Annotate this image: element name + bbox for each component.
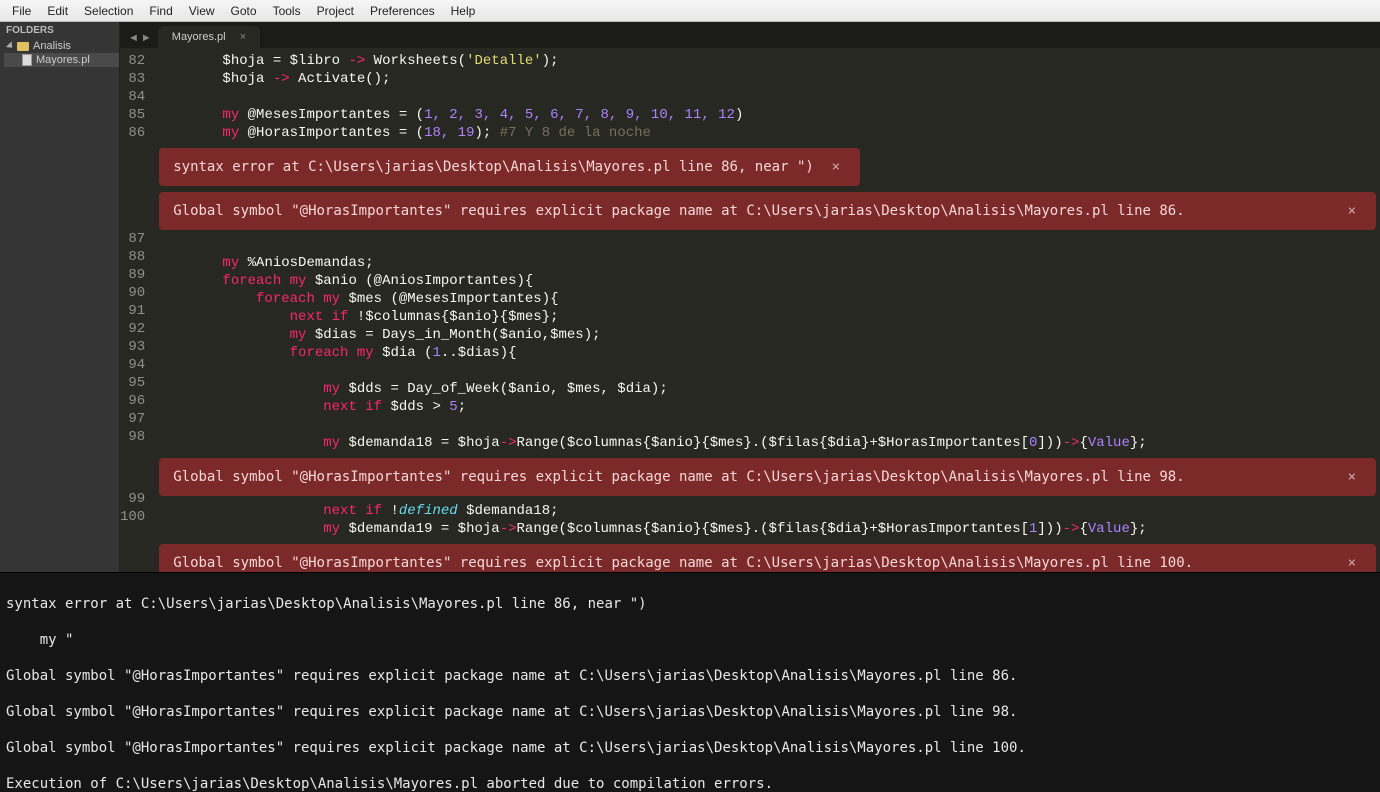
error-close-icon[interactable]: ×	[1342, 468, 1362, 486]
tab-close-icon[interactable]: ×	[240, 31, 246, 43]
menu-edit[interactable]: Edit	[39, 2, 76, 20]
menu-project[interactable]: Project	[309, 2, 362, 20]
menu-tools[interactable]: Tools	[265, 2, 309, 20]
menu-help[interactable]: Help	[443, 2, 484, 20]
error-close-icon[interactable]: ×	[1342, 554, 1362, 572]
build-line: Global symbol "@HorasImportantes" requir…	[6, 667, 1374, 685]
nav-forward-icon[interactable]: ►	[141, 32, 152, 44]
menu-preferences[interactable]: Preferences	[362, 2, 443, 20]
tab-label: Mayores.pl	[172, 31, 226, 43]
error-close-icon[interactable]: ×	[826, 158, 846, 176]
folder-icon	[17, 42, 29, 51]
build-line: Global symbol "@HorasImportantes" requir…	[6, 739, 1374, 757]
error-close-icon[interactable]: ×	[1342, 202, 1362, 220]
code-editor[interactable]: 8283848586 878889909192939495969798 9910…	[120, 48, 1380, 572]
error-text: Global symbol "@HorasImportantes" requir…	[173, 554, 1193, 572]
inline-error-2: Global symbol "@HorasImportantes" requir…	[159, 192, 1376, 230]
menu-bar: File Edit Selection Find View Goto Tools…	[0, 0, 1380, 22]
menu-selection[interactable]: Selection	[76, 2, 141, 20]
menu-view[interactable]: View	[181, 2, 223, 20]
sidebar-folder[interactable]: Analisis	[4, 39, 119, 53]
inline-error-4: Global symbol "@HorasImportantes" requir…	[159, 544, 1376, 572]
tab-mayores[interactable]: Mayores.pl ×	[158, 26, 260, 48]
editor-area: ◄ ► Mayores.pl × 8283848586 878889909192…	[120, 22, 1380, 572]
inline-error-1: syntax error at C:\Users\jarias\Desktop\…	[159, 148, 860, 186]
build-line: Global symbol "@HorasImportantes" requir…	[6, 703, 1374, 721]
folder-label: Analisis	[33, 40, 71, 52]
error-text: syntax error at C:\Users\jarias\Desktop\…	[173, 158, 814, 176]
code-content[interactable]: $hoja = $libro -> Worksheets('Detalle');…	[155, 48, 1380, 572]
nav-back-icon[interactable]: ◄	[128, 32, 139, 44]
menu-file[interactable]: File	[4, 2, 39, 20]
sidebar-file[interactable]: Mayores.pl	[4, 53, 119, 67]
inline-error-3: Global symbol "@HorasImportantes" requir…	[159, 458, 1376, 496]
line-gutter: 8283848586 878889909192939495969798 9910…	[120, 48, 155, 572]
build-line: Execution of C:\Users\jarias\Desktop\Ana…	[6, 775, 1374, 792]
build-output-panel[interactable]: syntax error at C:\Users\jarias\Desktop\…	[0, 572, 1380, 792]
menu-find[interactable]: Find	[141, 2, 180, 20]
error-text: Global symbol "@HorasImportantes" requir…	[173, 202, 1184, 220]
file-icon	[22, 54, 32, 66]
folder-expand-icon[interactable]	[6, 41, 15, 50]
error-text: Global symbol "@HorasImportantes" requir…	[173, 468, 1184, 486]
file-label: Mayores.pl	[36, 54, 90, 66]
menu-goto[interactable]: Goto	[223, 2, 265, 20]
sidebar-header: FOLDERS	[0, 22, 119, 39]
folder-sidebar: FOLDERS Analisis Mayores.pl	[0, 22, 120, 572]
build-line: my "	[6, 631, 1374, 649]
tab-bar: ◄ ► Mayores.pl ×	[120, 22, 1380, 48]
build-line: syntax error at C:\Users\jarias\Desktop\…	[6, 595, 1374, 613]
tab-history-nav: ◄ ►	[124, 32, 158, 48]
